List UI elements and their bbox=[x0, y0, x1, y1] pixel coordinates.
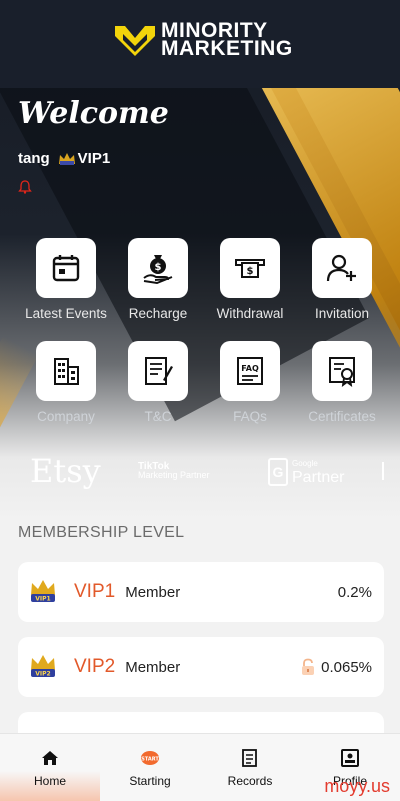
grid-label: Latest Events bbox=[25, 306, 107, 321]
grid-label: FAQs bbox=[233, 409, 267, 424]
user-info: tang VIP1 bbox=[18, 150, 110, 167]
username: tang bbox=[18, 150, 50, 167]
nav-label: Starting bbox=[129, 774, 171, 788]
brand-line2: MARKETING bbox=[161, 37, 293, 60]
vip-name: VIP2 bbox=[74, 656, 116, 677]
nav-starting[interactable]: START Starting bbox=[100, 734, 200, 801]
profile-card-icon bbox=[341, 749, 359, 767]
partner-divider bbox=[382, 462, 384, 480]
feature-grid: Latest Events $ Recharge $ Withdrawal In… bbox=[20, 238, 382, 424]
grid-item-invitation[interactable]: Invitation bbox=[296, 238, 388, 321]
membership-section-title: MEMBERSHIP LEVEL bbox=[18, 524, 185, 541]
vip-name: VIP1 bbox=[74, 581, 116, 602]
watermark-text: moyy.us bbox=[324, 776, 390, 796]
nav-home[interactable]: Home bbox=[0, 734, 100, 801]
brand-logo[interactable]: MINORITY MARKETING bbox=[113, 20, 293, 60]
nav-records[interactable]: Records bbox=[200, 734, 300, 801]
add-user-icon bbox=[326, 254, 356, 282]
header-bar: MINORITY MARKETING bbox=[0, 0, 400, 88]
tiktok-partner-logo: TikTok Marketing Partner bbox=[138, 462, 210, 480]
membership-card-vip2[interactable]: VIP2 VIP2 Member 0.065% bbox=[18, 637, 384, 697]
vip-level-text: VIP1 bbox=[77, 150, 111, 167]
grid-item-faqs[interactable]: FAQ FAQs bbox=[204, 341, 296, 424]
grid-label: Certificates bbox=[308, 409, 376, 424]
certificate-icon bbox=[329, 357, 355, 388]
google-g-icon: G bbox=[268, 458, 288, 486]
vip-member-type: Member bbox=[125, 583, 181, 601]
nav-label: Home bbox=[33, 774, 66, 788]
svg-text:$: $ bbox=[155, 262, 162, 273]
grid-label: Withdrawal bbox=[216, 306, 284, 321]
cash-withdraw-icon: $ bbox=[235, 259, 265, 278]
grid-label: Invitation bbox=[314, 306, 370, 321]
google-partner-logo: G Google Partner bbox=[268, 458, 344, 486]
document-pen-icon bbox=[145, 357, 173, 385]
svg-text:START: START bbox=[141, 757, 159, 763]
grid-item-terms[interactable]: T&C bbox=[112, 341, 204, 424]
start-badge-icon: START bbox=[141, 751, 159, 765]
records-icon bbox=[242, 749, 257, 767]
grid-label: T&C bbox=[144, 409, 172, 424]
grid-item-recharge[interactable]: $ Recharge bbox=[112, 238, 204, 321]
building-icon bbox=[54, 358, 79, 385]
grid-item-withdrawal[interactable]: $ Withdrawal bbox=[204, 238, 296, 321]
faq-document-icon: FAQ bbox=[237, 357, 263, 385]
notification-bell-icon[interactable] bbox=[18, 180, 32, 194]
grid-label: Company bbox=[37, 409, 95, 424]
vip-member-type: Member bbox=[125, 658, 181, 676]
vip-commission-rate: 0.065% bbox=[321, 658, 372, 676]
svg-text:FAQ: FAQ bbox=[241, 364, 259, 373]
crown-icon bbox=[58, 152, 75, 165]
svg-text:VIP2: VIP2 bbox=[35, 671, 50, 678]
home-icon bbox=[42, 751, 58, 765]
vip-crown-icon: VIP1 bbox=[31, 580, 55, 603]
svg-text:VIP1: VIP1 bbox=[35, 596, 50, 603]
google-partner-text: Partner bbox=[292, 469, 345, 486]
partner-logos: Etsy TikTok Marketing Partner G Google P… bbox=[0, 450, 400, 494]
money-bag-hand-icon: $ bbox=[143, 255, 173, 285]
membership-card-vip1[interactable]: VIP1 VIP1 Member 0.2% bbox=[18, 562, 384, 622]
lock-icon bbox=[302, 658, 314, 675]
grid-item-certificates[interactable]: Certificates bbox=[296, 341, 388, 424]
vip-commission-rate: 0.2% bbox=[337, 583, 372, 601]
welcome-title: Welcome bbox=[18, 96, 169, 131]
nav-label: Records bbox=[227, 774, 273, 788]
calendar-icon bbox=[52, 255, 80, 282]
grid-item-latest-events[interactable]: Latest Events bbox=[20, 238, 112, 321]
etsy-logo: Etsy bbox=[30, 452, 101, 490]
google-name: Google bbox=[292, 459, 318, 468]
grid-item-company[interactable]: Company bbox=[20, 341, 112, 424]
tiktok-subtitle: Marketing Partner bbox=[138, 470, 210, 480]
grid-label: Recharge bbox=[128, 306, 188, 321]
vip-badge: VIP1 bbox=[58, 150, 111, 167]
logo-mark-icon bbox=[115, 26, 155, 56]
vip-crown-icon: VIP2 bbox=[31, 655, 55, 678]
svg-text:$: $ bbox=[247, 266, 254, 277]
